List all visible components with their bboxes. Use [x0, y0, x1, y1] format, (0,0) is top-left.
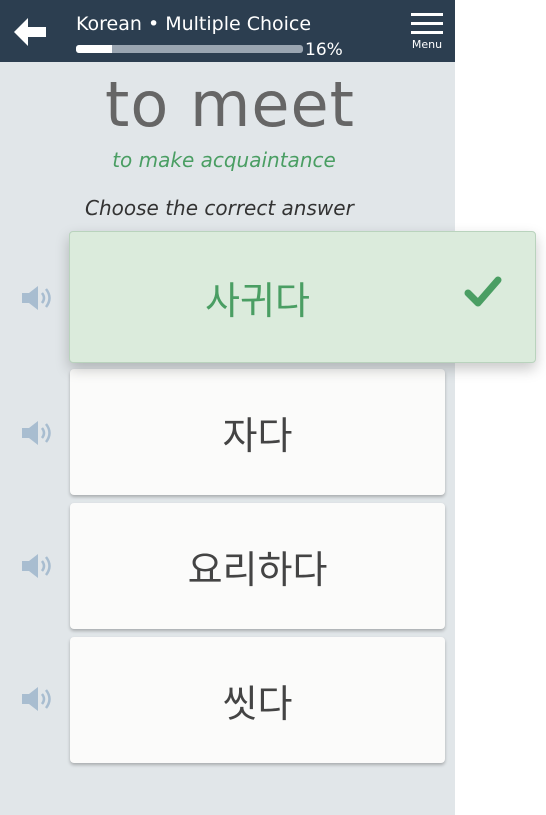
answer-option-2[interactable]: 자다 [70, 369, 445, 495]
prompt-definition: to make acquaintance [112, 148, 336, 172]
back-button[interactable] [10, 14, 50, 50]
left-arrow-icon [14, 18, 46, 46]
progress-bar [76, 45, 303, 53]
answer-option-text: 요리하다 [187, 547, 328, 592]
answer-option-3[interactable]: 요리하다 [70, 503, 445, 629]
prompt-word: to meet [105, 68, 355, 141]
progress-percent: 16% [305, 40, 343, 60]
answer-option-text: 자다 [222, 413, 293, 458]
speaker-icon [22, 286, 51, 310]
menu-button[interactable]: Menu [404, 10, 450, 54]
speaker-icon [22, 421, 51, 445]
progress-bar-fill [76, 45, 113, 53]
top-bar: Korean • Multiple Choice 16% Menu [0, 0, 455, 62]
speaker-icon [22, 554, 51, 578]
speaker-icon [22, 687, 51, 711]
answer-option-text: 사귀다 [205, 278, 310, 323]
course-title: Korean • Multiple Choice [76, 13, 312, 35]
answer-option-4[interactable]: 씻다 [70, 637, 445, 763]
hamburger-icon [411, 13, 443, 34]
answer-option-text: 씻다 [222, 681, 293, 726]
checkmark-icon [463, 274, 503, 310]
quiz-screen: Korean • Multiple Choice 16% Menu to mee… [0, 0, 455, 815]
play-audio-button-1[interactable] [20, 283, 58, 313]
play-audio-button-2[interactable] [20, 418, 58, 448]
menu-label: Menu [411, 38, 443, 51]
instruction-text: Choose the correct answer [85, 196, 354, 220]
play-audio-button-4[interactable] [20, 684, 58, 714]
play-audio-button-3[interactable] [20, 551, 58, 581]
